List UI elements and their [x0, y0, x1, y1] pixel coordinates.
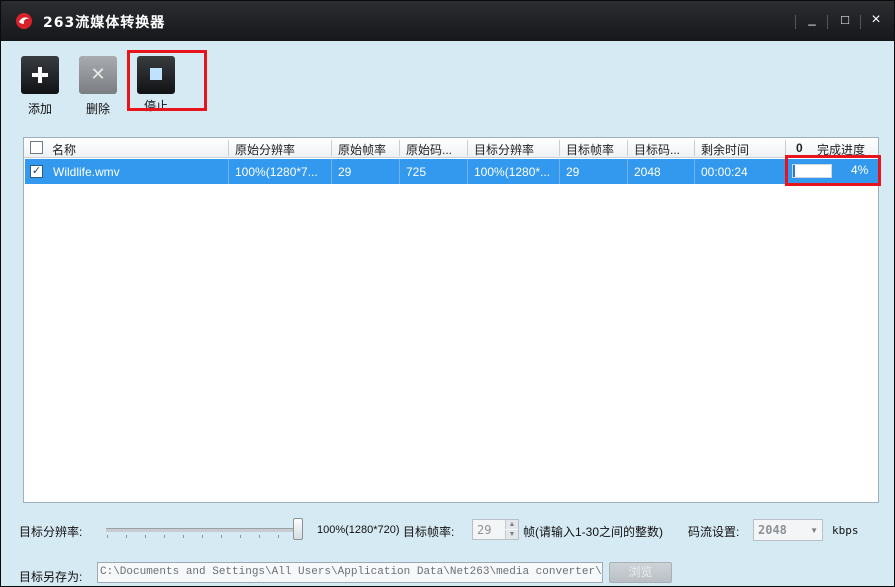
resolution-slider-track[interactable] [106, 528, 301, 532]
maximize-button[interactable]: □ [834, 11, 856, 31]
cell-dst-fps: 29 [566, 165, 580, 179]
col-src-resolution[interactable]: 原始分辨率 [235, 141, 295, 158]
slider-tick [164, 535, 165, 538]
resolution-slider-thumb[interactable] [293, 518, 303, 540]
bitrate-unit: kbps [832, 524, 859, 537]
col-dst-bitrate[interactable]: 目标码... [634, 141, 680, 158]
browse-button[interactable]: 浏览 [609, 562, 672, 583]
slider-tick [221, 535, 222, 538]
save-path-input[interactable]: C:\Documents and Settings\All Users\Appl… [97, 562, 603, 583]
col-dst-resolution[interactable]: 目标分辨率 [474, 141, 534, 158]
col-src-bitrate[interactable]: 原始码... [406, 141, 452, 158]
fps-down-arrow-icon[interactable]: ▼ [505, 530, 518, 539]
fps-value[interactable]: 29 [477, 523, 491, 537]
table-header: 名称 原始分辨率 原始帧率 原始码... 目标分辨率 目标帧率 目标码... 剩… [24, 138, 878, 158]
bitrate-select[interactable]: 2048 ▼ [753, 519, 823, 541]
slider-tick [183, 535, 184, 538]
col-remaining[interactable]: 剩余时间 [701, 141, 749, 158]
slider-tick [259, 535, 260, 538]
file-table: 名称 原始分辨率 原始帧率 原始码... 目标分辨率 目标帧率 目标码... 剩… [23, 137, 879, 503]
resolution-label: 目标分辨率: [19, 525, 83, 539]
delete-x-icon: ✕ [79, 56, 117, 94]
window-title: 263流媒体转换器 [43, 15, 166, 31]
col-dst-fps[interactable]: 目标帧率 [566, 141, 614, 158]
plus-icon [21, 56, 59, 94]
title-separator [827, 15, 828, 29]
select-all-checkbox[interactable] [30, 141, 43, 154]
bitrate-label: 码流设置: [688, 525, 740, 539]
slider-tick [278, 535, 279, 538]
table-row[interactable]: ✓ Wildlife.wmv 100%(1280*7... 29 725 100… [25, 159, 878, 184]
col-name[interactable]: 名称 [52, 141, 76, 158]
row-checkbox[interactable]: ✓ [30, 165, 43, 178]
delete-button[interactable]: ✕ 删除 [78, 56, 118, 117]
fps-up-arrow-icon[interactable]: ▲ [505, 520, 518, 529]
cell-src-bitrate: 725 [406, 165, 427, 179]
close-button[interactable]: × [865, 11, 887, 31]
app-window: 263流媒体转换器 _ □ × 添加 ✕ 删除 停止 名称 原始分辨率 原始帧率… [0, 0, 895, 587]
slider-tick [145, 535, 146, 538]
delete-label: 删除 [85, 102, 110, 116]
cell-src-resolution: 100%(1280*7... [235, 165, 318, 179]
resolution-value: 100%(1280*720) [317, 524, 400, 536]
app-logo-icon [16, 13, 32, 29]
cell-remaining: 00:00:24 [701, 165, 748, 179]
slider-tick [126, 535, 127, 538]
slider-tick [202, 535, 203, 538]
save-as-label: 目标另存为: [19, 570, 83, 584]
minimize-button[interactable]: _ [801, 10, 823, 30]
progress-highlight-box [785, 155, 881, 186]
add-label: 添加 [27, 102, 52, 116]
add-button[interactable]: 添加 [20, 56, 60, 117]
fps-spinner[interactable]: 29 ▲ ▼ [472, 519, 519, 540]
chevron-down-icon[interactable]: ▼ [810, 526, 818, 535]
slider-tick [107, 535, 108, 538]
fps-hint: (请输入1-30之间的整数) [535, 525, 664, 539]
bitrate-value: 2048 [758, 523, 787, 537]
title-bar: 263流媒体转换器 _ □ × [1, 1, 894, 41]
cell-src-fps: 29 [338, 165, 352, 179]
cell-name: Wildlife.wmv [53, 165, 120, 179]
title-separator [860, 15, 861, 29]
stop-highlight-box [127, 50, 207, 111]
cell-dst-bitrate: 2048 [634, 165, 661, 179]
slider-tick [240, 535, 241, 538]
cell-dst-resolution: 100%(1280*... [474, 165, 551, 179]
fps-unit: 帧 [523, 525, 536, 539]
col-src-fps[interactable]: 原始帧率 [338, 141, 386, 158]
attach-column-icon[interactable]: 0 [796, 141, 803, 155]
title-separator [795, 15, 796, 29]
fps-label: 目标帧率: [403, 525, 455, 539]
